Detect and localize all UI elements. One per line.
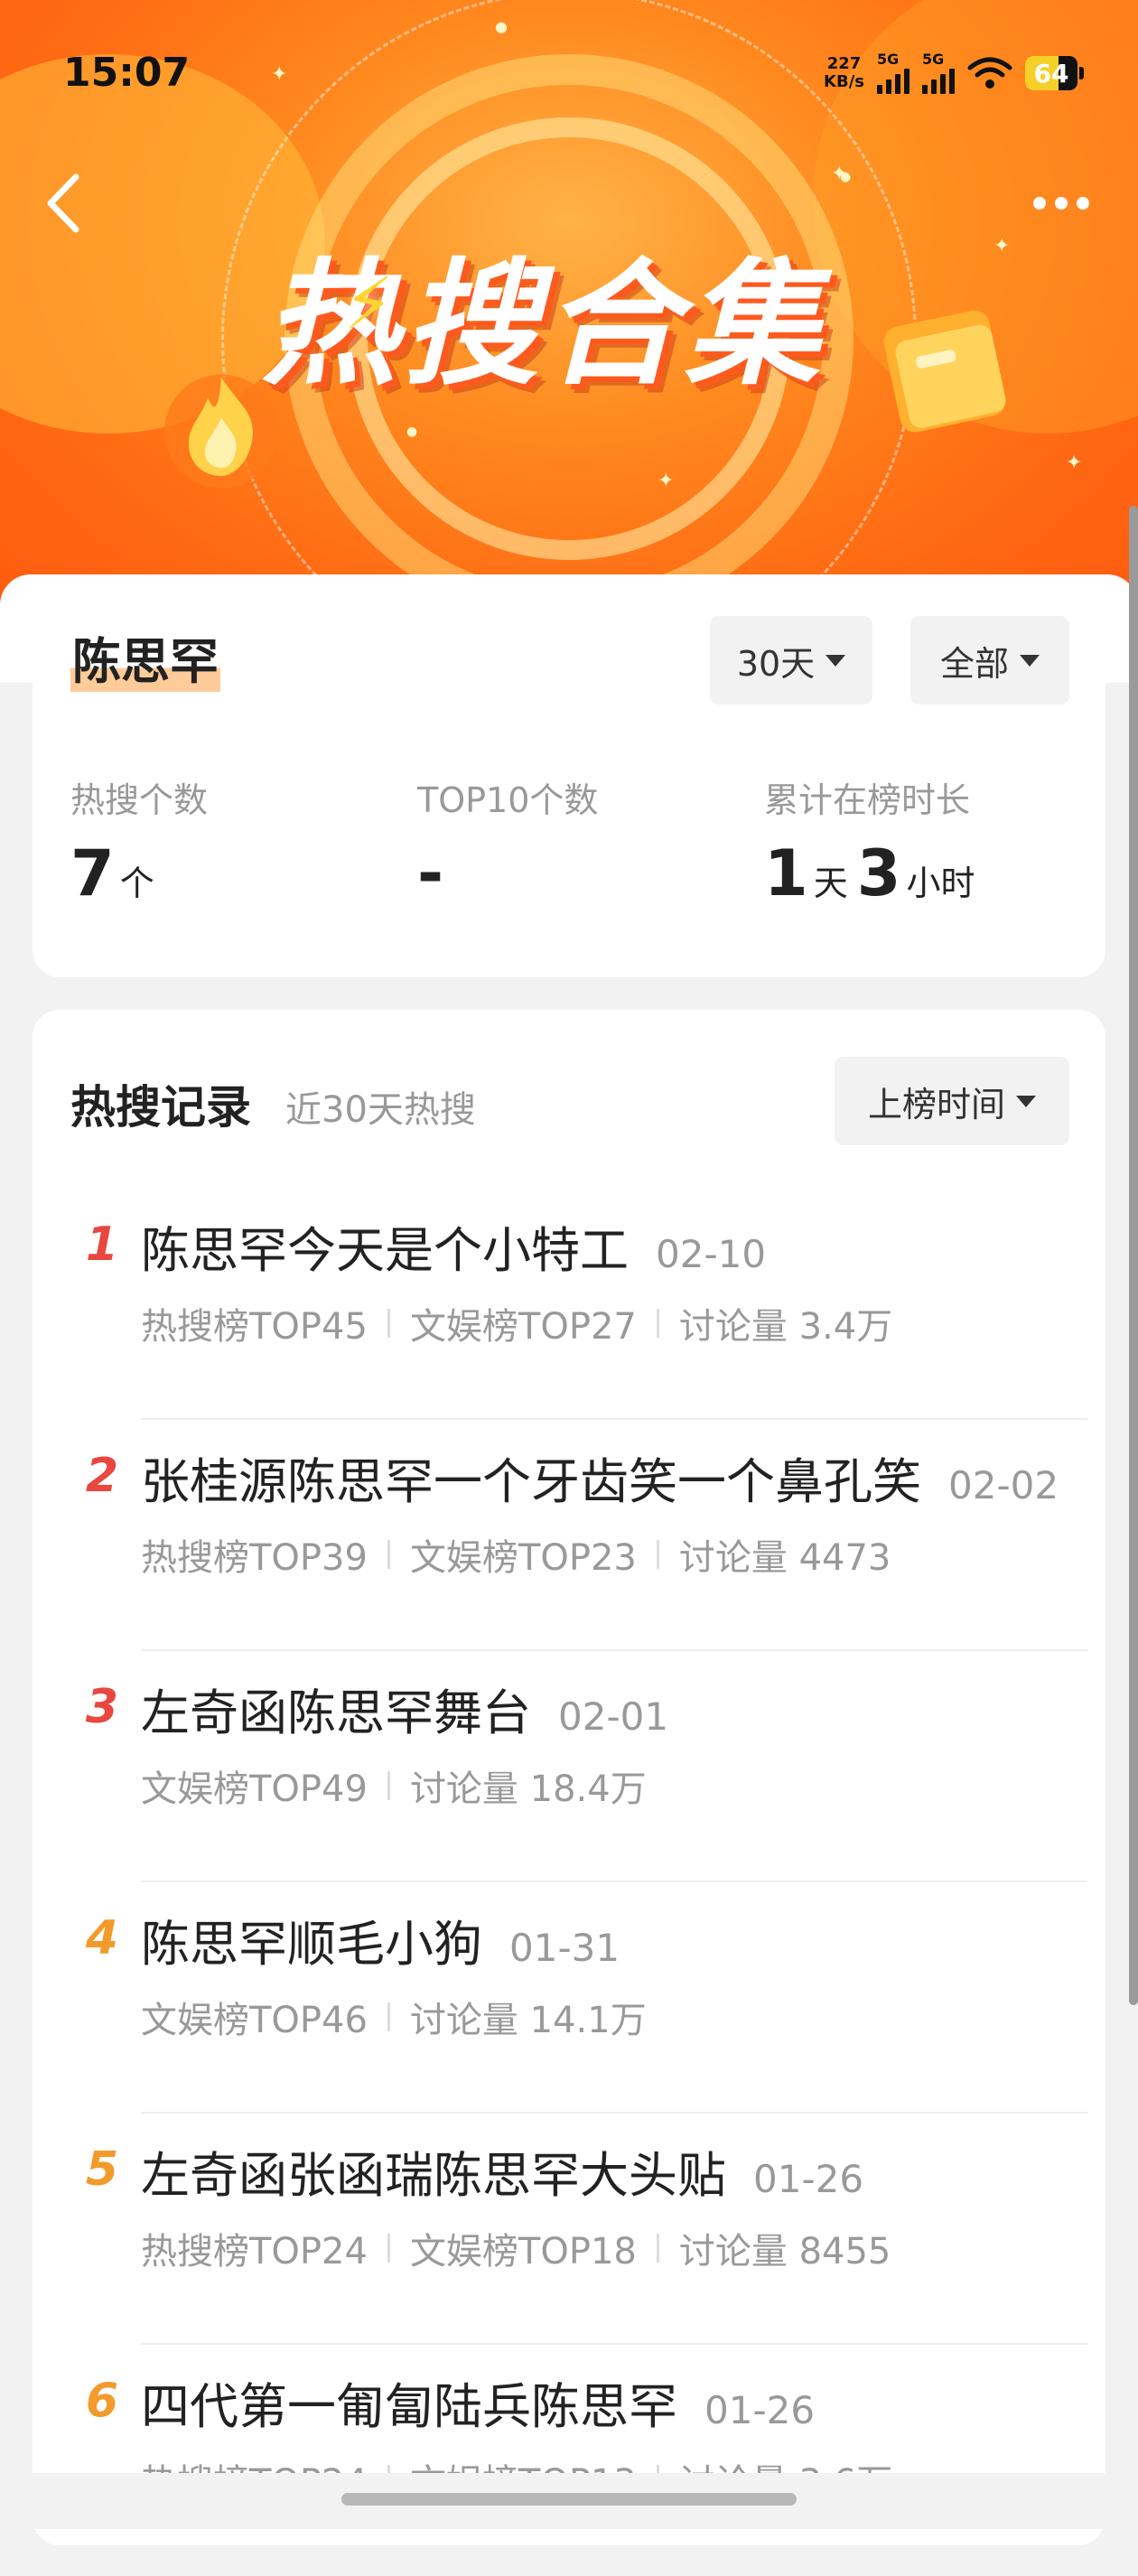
lightning-icon: ⚡ — [343, 262, 395, 346]
signal-icon: 5G — [877, 52, 909, 94]
chevron-left-icon — [47, 173, 79, 233]
item-meta: 热搜榜TOP24 文娱榜TOP18 讨论量 8455 — [141, 2231, 891, 2273]
wifi-icon — [967, 57, 1012, 89]
banner: ✦ ● ✦ ✦ ✦ ● ✦ ● 热搜合集 ⚡ 15:07 227 KB/s 5G… — [0, 0, 1138, 632]
list-item[interactable]: 5 左奇函张函瑞陈思罕大头贴 01-26 热搜榜TOP24 文娱榜TOP18 讨论… — [70, 2114, 1087, 2345]
sparkle-icon: ✦ — [1066, 452, 1083, 474]
list-item[interactable]: 6 四代第一匍匐陆兵陈思罕01-26 热搜榜TOP24 文娱榜TOP13 讨论量… — [70, 2345, 1082, 2576]
signal-icon: 5G — [922, 52, 955, 94]
person-name: 陈思罕 — [70, 632, 220, 692]
caret-down-icon — [1020, 654, 1040, 667]
item-date: 01-31 — [509, 1926, 620, 1970]
list-item[interactable]: 3 左奇函陈思罕舞台 02-01 文娱榜TOP49 讨论量 18.4万 — [70, 1651, 1087, 1882]
sparkle-icon: ✦ — [993, 235, 1011, 257]
item-title: 张桂源陈思罕一个牙齿笑一个鼻孔笑 — [141, 1453, 921, 1510]
net-speed: 227 KB/s — [824, 54, 864, 91]
item-title: 四代第一匍匐陆兵陈思罕 — [141, 2378, 677, 2435]
scope-filter-dropdown[interactable]: 全部 — [910, 616, 1069, 705]
folder-icon — [883, 310, 1006, 433]
item-date: 02-02 — [948, 1463, 1059, 1507]
more-button[interactable] — [1021, 176, 1102, 230]
status-icons: 227 KB/s 5G 5G 64 — [824, 52, 1084, 94]
item-date: 02-01 — [558, 1694, 669, 1739]
item-date: 01-26 — [753, 2157, 864, 2201]
status-time: 15:07 — [63, 50, 191, 96]
item-title: 左奇函陈思罕舞台 — [141, 1685, 531, 1741]
rank-number: 1 — [85, 1218, 119, 1272]
rank-number: 5 — [85, 2142, 119, 2197]
days-filter-dropdown[interactable]: 30天 — [710, 616, 872, 705]
stat-label-duration: 累计在榜时长 — [764, 780, 971, 820]
caret-down-icon — [826, 654, 846, 667]
stat-value-top10: - — [417, 836, 444, 910]
rank-number: 3 — [85, 1680, 119, 1734]
item-title: 陈思罕今天是个小特工 — [141, 1222, 629, 1279]
item-meta: 热搜榜TOP39 文娱榜TOP23 讨论量 4473 — [141, 1537, 891, 1579]
scrollbar[interactable] — [1129, 506, 1138, 2005]
list-item[interactable]: 4 陈思罕顺毛小狗 01-31 文娱榜TOP46 讨论量 14.1万 — [70, 1882, 1087, 2114]
item-meta: 文娱榜TOP49 讨论量 18.4万 — [141, 1769, 647, 1810]
sort-dropdown[interactable]: 上榜时间 — [835, 1057, 1069, 1145]
battery-icon: 64 — [1025, 56, 1084, 90]
caret-down-icon — [1016, 1095, 1036, 1107]
item-meta: 热搜榜TOP45 文娱榜TOP27 讨论量 3.4万 — [141, 1306, 893, 1348]
rank-number: 4 — [85, 1911, 119, 1965]
item-date: 02-10 — [656, 1232, 767, 1276]
stat-value-duration: 1 天 3 小时 — [764, 836, 975, 910]
sparkle-icon: ✦ — [658, 470, 675, 492]
sparkle-icon: ● — [495, 18, 508, 35]
rank-number: 2 — [85, 1449, 119, 1503]
records-subtitle: 近30天热搜 — [285, 1089, 476, 1131]
sparkle-icon: ● — [840, 170, 852, 184]
rank-number: 6 — [85, 2374, 119, 2428]
list-item[interactable]: 2 张桂源陈思罕一个牙齿笑一个鼻孔笑 02-02 热搜榜TOP39 文娱榜TOP2… — [70, 1420, 1087, 1651]
home-indicator[interactable] — [341, 2493, 797, 2506]
stat-label-count: 热搜个数 — [70, 780, 209, 820]
stat-value-count: 7 个 — [70, 836, 154, 910]
more-dots-icon — [1033, 197, 1046, 210]
item-title: 左奇函张函瑞陈思罕大头贴 — [141, 2147, 726, 2204]
list-item[interactable]: 1 陈思罕今天是个小特工 02-10 热搜榜TOP45 文娱榜TOP27 讨论量 … — [70, 1189, 1087, 1420]
item-title: 陈思罕顺毛小狗 — [141, 1916, 482, 1973]
item-date: 01-26 — [704, 2388, 816, 2432]
records-title: 热搜记录 — [70, 1081, 251, 1134]
sparkle-icon: ✦ — [271, 63, 288, 86]
item-meta: 文娱榜TOP46 讨论量 14.1万 — [141, 2000, 647, 2041]
sparkle-icon: ● — [406, 425, 418, 439]
back-button[interactable] — [36, 163, 90, 244]
stat-label-top10: TOP10个数 — [417, 780, 599, 820]
